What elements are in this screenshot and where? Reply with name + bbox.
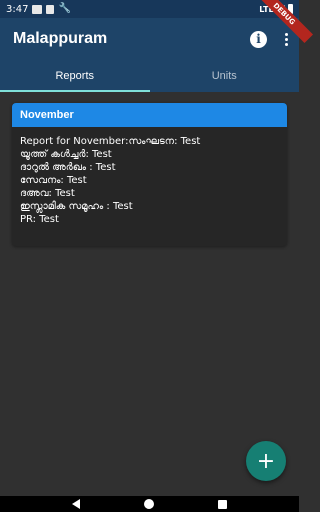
report-card-header: November: [12, 103, 287, 127]
status-time: 3:47: [6, 3, 29, 15]
back-icon[interactable]: [72, 499, 80, 509]
report-card[interactable]: November Report for November:സംഘടന: Test…: [12, 103, 287, 246]
recents-icon[interactable]: [218, 499, 227, 509]
sd-card-icon: [46, 4, 55, 14]
info-icon[interactable]: i: [250, 30, 267, 48]
tab-units-label: Units: [211, 70, 237, 82]
report-card-body: Report for November:സംഘടന: Test യൂത്ത് ക…: [12, 127, 287, 234]
add-icon: +: [256, 448, 276, 474]
tab-units[interactable]: Units: [150, 60, 300, 92]
report-line: ദഅവ: Test: [20, 188, 75, 199]
report-line: ഇസ്ലാമിക സമൂഹം : Test: [20, 201, 133, 212]
tab-reports-label: Reports: [55, 70, 95, 82]
tab-bar: Reports Units: [0, 60, 299, 92]
status-bar: 3:47 🔧 LTE: [0, 0, 299, 18]
report-line: Report for November:സംഘടന: Test: [20, 136, 201, 147]
wrench-icon: 🔧: [58, 3, 71, 14]
app-actions: i: [250, 30, 289, 48]
report-line: സേവനം: Test: [20, 175, 87, 186]
home-icon[interactable]: [144, 499, 154, 509]
tab-reports[interactable]: Reports: [0, 60, 150, 92]
nav-bar: [0, 496, 299, 512]
add-button[interactable]: +: [246, 441, 286, 481]
report-line: ദാറുൽ അർഖം : Test: [20, 162, 116, 173]
status-left: 3:47 🔧: [6, 4, 71, 15]
report-line: യൂത്ത് കൾച്ചർ: Test: [20, 149, 112, 160]
app-title: Malappuram: [13, 30, 108, 47]
more-vert-icon[interactable]: [283, 32, 289, 46]
app-bar: Malappuram i: [0, 18, 299, 60]
message-icon: [32, 4, 43, 14]
report-line: PR: Test: [20, 214, 59, 225]
